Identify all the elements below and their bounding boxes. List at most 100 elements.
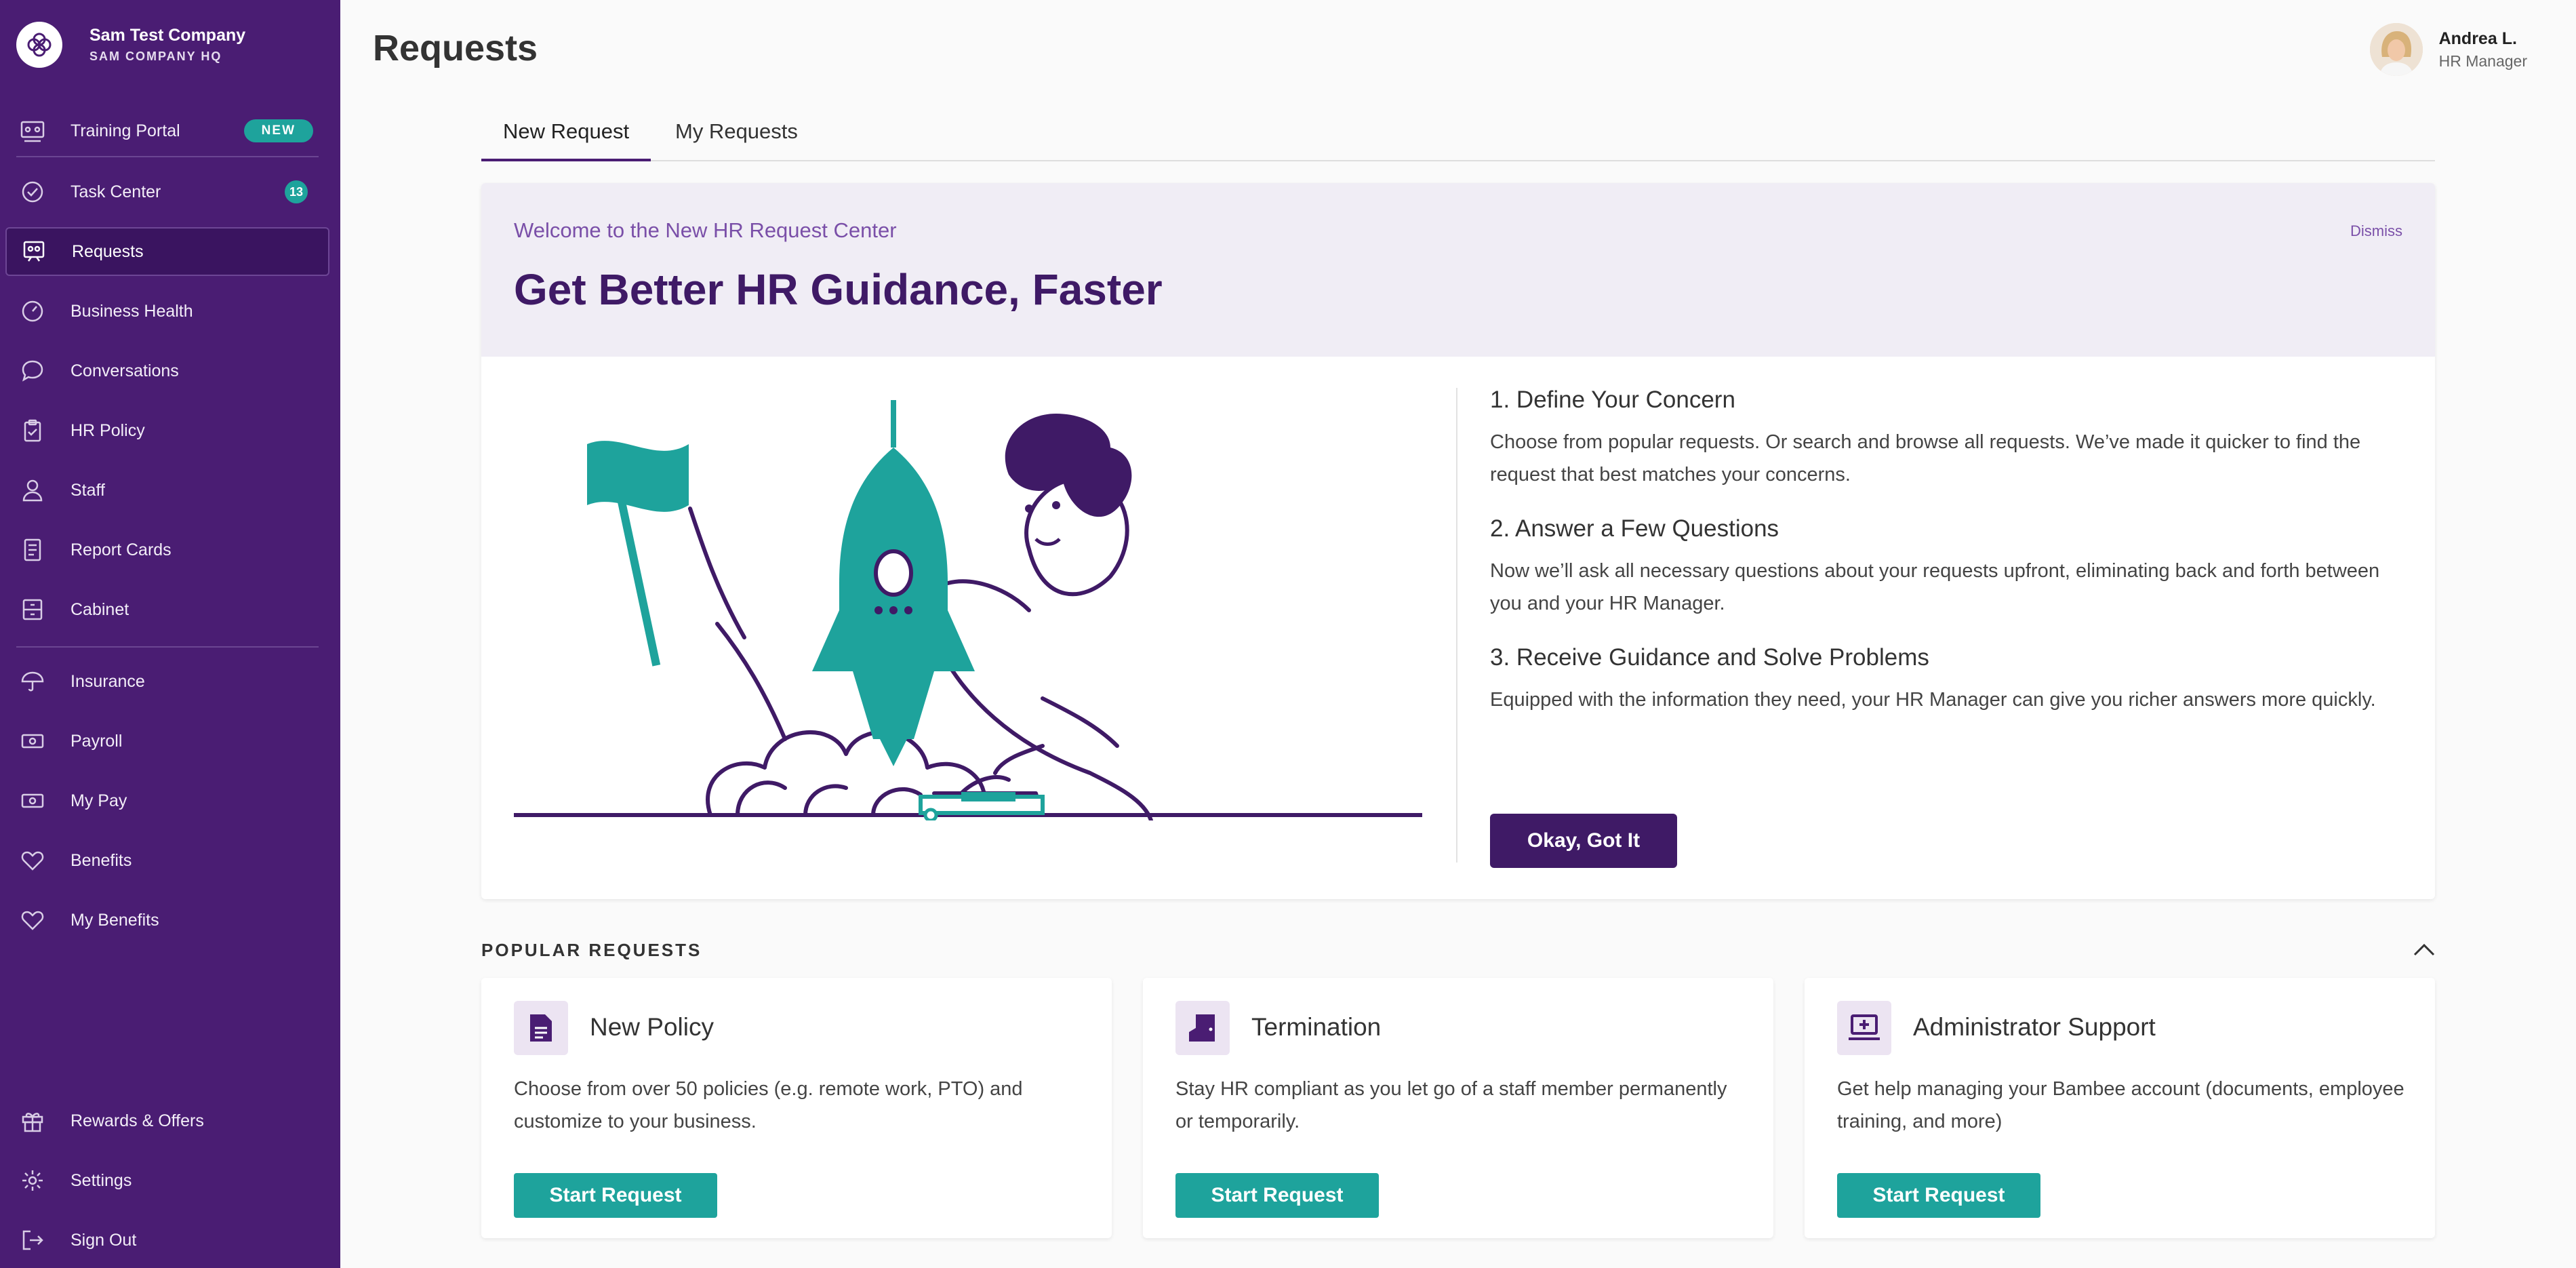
step-text: Choose from popular requests. Or search …	[1490, 426, 2398, 491]
door-exit-icon	[1175, 1001, 1230, 1055]
okay-got-it-button[interactable]: Okay, Got It	[1490, 814, 1677, 868]
sidebar-item-settings[interactable]: Settings	[5, 1156, 329, 1205]
report-icon	[19, 536, 46, 563]
sidebar-item-label: Payroll	[71, 732, 122, 751]
money-icon	[19, 787, 46, 814]
step-title: 2. Answer a Few Questions	[1490, 515, 2398, 542]
sidebar-item-staff[interactable]: Staff	[5, 466, 329, 515]
sidebar-item-my-benefits[interactable]: My Benefits	[5, 896, 329, 945]
sidebar-item-label: Cabinet	[71, 600, 129, 620]
steps-list: 1. Define Your Concern Choose from popul…	[1490, 387, 2398, 740]
tab-new-request[interactable]: New Request	[481, 113, 651, 161]
umbrella-icon	[19, 668, 46, 695]
dismiss-link[interactable]: Dismiss	[2350, 222, 2402, 240]
sidebar-item-business-health[interactable]: Business Health	[5, 287, 329, 336]
welcome-divider	[1456, 388, 1457, 863]
request-card-administrator-support: Administrator Support Get help managing …	[1805, 978, 2435, 1238]
card-title: Termination	[1251, 1013, 1381, 1042]
heart-icon	[19, 907, 46, 934]
check-circle-icon	[19, 178, 46, 205]
request-card-new-policy: New Policy Choose from over 50 policies …	[481, 978, 1112, 1238]
sidebar-item-task-center[interactable]: Task Center 13	[5, 167, 329, 216]
request-tabs: New Request My Requests	[481, 113, 2435, 161]
chat-icon	[19, 357, 46, 384]
step-title: 1. Define Your Concern	[1490, 387, 2398, 414]
chevron-up-icon[interactable]	[2411, 940, 2438, 960]
user-role: HR Manager	[2439, 50, 2527, 72]
sidebar-item-conversations[interactable]: Conversations	[5, 346, 329, 395]
step-text: Now we’ll ask all necessary questions ab…	[1490, 555, 2398, 620]
sidebar-item-label: My Pay	[71, 791, 127, 811]
sidebar-item-label: HR Policy	[71, 421, 145, 441]
start-request-button[interactable]: Start Request	[514, 1173, 717, 1218]
clipboard-icon	[19, 417, 46, 444]
requests-icon	[20, 238, 47, 265]
step-title: 3. Receive Guidance and Solve Problems	[1490, 644, 2398, 671]
sidebar-item-requests[interactable]: Requests	[5, 227, 329, 276]
card-description: Get help managing your Bambee account (d…	[1837, 1073, 2407, 1138]
training-icon	[19, 117, 46, 144]
welcome-header: Welcome to the New HR Request Center Get…	[481, 183, 2435, 357]
heart-icon	[19, 847, 46, 874]
tab-my-requests[interactable]: My Requests	[653, 113, 820, 161]
sidebar-item-benefits[interactable]: Benefits	[5, 836, 329, 885]
popular-requests-heading: POPULAR REQUESTS	[481, 940, 702, 961]
sidebar-divider	[16, 156, 319, 157]
card-description: Stay HR compliant as you let go of a sta…	[1175, 1073, 1745, 1138]
sidebar-item-label: Insurance	[71, 672, 145, 692]
user-name: Andrea L.	[2439, 27, 2527, 50]
sidebar-item-hr-policy[interactable]: HR Policy	[5, 406, 329, 455]
money-icon	[19, 728, 46, 755]
person-icon	[19, 477, 46, 504]
sidebar-item-label: Rewards & Offers	[71, 1111, 204, 1131]
task-count-badge: 13	[285, 180, 308, 203]
sidebar-item-label: Business Health	[71, 302, 193, 321]
gear-icon	[19, 1167, 46, 1194]
cabinet-icon	[19, 596, 46, 623]
page-title: Requests	[373, 27, 538, 69]
welcome-kicker: Welcome to the New HR Request Center	[514, 218, 897, 243]
sidebar: Sam Test Company SAM COMPANY HQ Training…	[0, 0, 340, 1268]
sidebar-item-rewards[interactable]: Rewards & Offers	[5, 1096, 329, 1145]
sidebar-item-label: Conversations	[71, 361, 179, 381]
company-location: SAM COMPANY HQ	[89, 47, 245, 66]
company-name: Sam Test Company	[89, 24, 245, 47]
sidebar-item-label: Staff	[71, 481, 105, 500]
sidebar-item-label: Settings	[71, 1171, 132, 1191]
sidebar-item-label: My Benefits	[71, 911, 159, 930]
step-text: Equipped with the information they need,…	[1490, 683, 2398, 716]
new-badge: NEW	[244, 119, 313, 142]
sidebar-item-report-cards[interactable]: Report Cards	[5, 526, 329, 574]
sidebar-item-insurance[interactable]: Insurance	[5, 657, 329, 706]
start-request-button[interactable]: Start Request	[1175, 1173, 1379, 1218]
document-icon	[514, 1001, 568, 1055]
sidebar-item-label: Sign Out	[71, 1231, 136, 1250]
sidebar-item-payroll[interactable]: Payroll	[5, 717, 329, 766]
laptop-plus-icon	[1837, 1001, 1891, 1055]
start-request-button[interactable]: Start Request	[1837, 1173, 2040, 1218]
company-logo-icon	[16, 22, 62, 68]
card-description: Choose from over 50 policies (e.g. remot…	[514, 1073, 1083, 1138]
sign-out-icon	[19, 1227, 46, 1254]
welcome-title: Get Better HR Guidance, Faster	[514, 264, 1163, 315]
avatar	[2370, 23, 2423, 76]
sidebar-item-label: Task Center	[71, 182, 161, 202]
card-title: New Policy	[590, 1013, 714, 1042]
request-card-termination: Termination Stay HR compliant as you let…	[1143, 978, 1773, 1238]
sidebar-divider	[16, 646, 319, 648]
sidebar-item-sign-out[interactable]: Sign Out	[5, 1216, 329, 1265]
sidebar-item-my-pay[interactable]: My Pay	[5, 776, 329, 825]
sidebar-item-cabinet[interactable]: Cabinet	[5, 585, 329, 634]
company-switcher[interactable]: Sam Test Company SAM COMPANY HQ	[16, 22, 245, 68]
gift-icon	[19, 1107, 46, 1134]
sidebar-item-label: Training Portal	[71, 121, 180, 141]
gauge-icon	[19, 298, 46, 325]
rocket-launch-illustration	[514, 387, 1422, 820]
card-title: Administrator Support	[1913, 1013, 2156, 1042]
welcome-card: Welcome to the New HR Request Center Get…	[481, 183, 2435, 899]
user-menu[interactable]: Andrea L. HR Manager	[2370, 23, 2527, 76]
sidebar-item-training-portal[interactable]: Training Portal NEW	[5, 106, 329, 155]
sidebar-item-label: Report Cards	[71, 540, 172, 560]
sidebar-item-label: Benefits	[71, 851, 132, 871]
sidebar-item-label: Requests	[72, 242, 144, 262]
